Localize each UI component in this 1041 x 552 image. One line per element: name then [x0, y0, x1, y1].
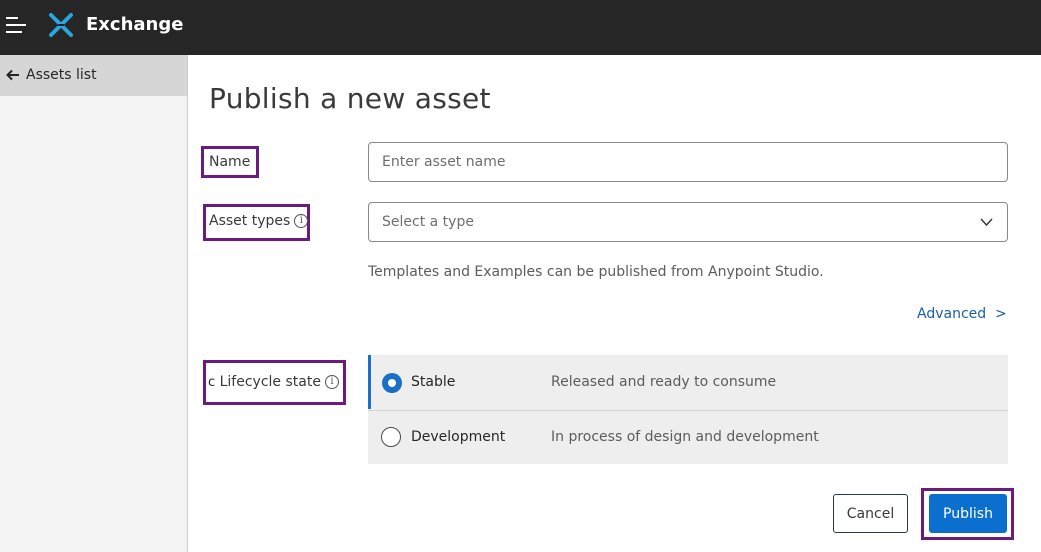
lifecycle-label: Lifecycle state — [219, 374, 321, 390]
app-title: Exchange — [86, 14, 184, 35]
info-icon[interactable]: i — [294, 214, 309, 228]
publish-button[interactable]: Publish — [929, 494, 1007, 533]
hamburger-icon[interactable] — [6, 15, 28, 35]
asset-name-input[interactable] — [368, 142, 1008, 182]
page-title: Publish a new asset — [209, 82, 491, 115]
assets-list-label: Assets list — [26, 67, 97, 83]
assets-list-link[interactable]: Assets list — [0, 55, 187, 96]
radio-stable[interactable] — [382, 373, 402, 393]
lifecycle-option-development[interactable]: Development In process of design and dev… — [368, 411, 1008, 465]
cancel-button[interactable]: Cancel — [833, 494, 908, 533]
lifecycle-options: Stable Released and ready to consume Dev… — [368, 355, 1008, 464]
info-icon[interactable]: i — [324, 375, 339, 389]
chevron-down-icon — [980, 218, 993, 227]
lifecycle-option-name: Stable — [411, 374, 456, 390]
lifecycle-option-description: In process of design and development — [551, 429, 819, 445]
sidebar: Assets list — [0, 55, 188, 552]
lifecycle-option-stable[interactable]: Stable Released and ready to consume — [368, 355, 1008, 409]
asset-types-label-group: Asset types i — [209, 213, 309, 229]
helper-text: Templates and Examples can be published … — [368, 264, 824, 280]
radio-development[interactable] — [381, 427, 401, 447]
lifecycle-option-name: Development — [411, 429, 506, 445]
top-bar: Exchange — [0, 0, 1041, 55]
lifecycle-label-group: 𝖼 Lifecycle state i — [208, 374, 339, 390]
asset-types-label: Asset types — [209, 213, 291, 229]
asset-type-placeholder: Select a type — [382, 214, 474, 230]
lifecycle-cursor-icon: 𝖼 — [208, 375, 216, 390]
exchange-logo-icon — [49, 13, 73, 37]
back-arrow-icon — [6, 69, 19, 81]
name-label: Name — [209, 154, 251, 170]
advanced-link[interactable]: Advanced > — [917, 306, 1007, 322]
lifecycle-option-description: Released and ready to consume — [551, 374, 777, 390]
asset-type-select[interactable]: Select a type — [368, 202, 1008, 242]
